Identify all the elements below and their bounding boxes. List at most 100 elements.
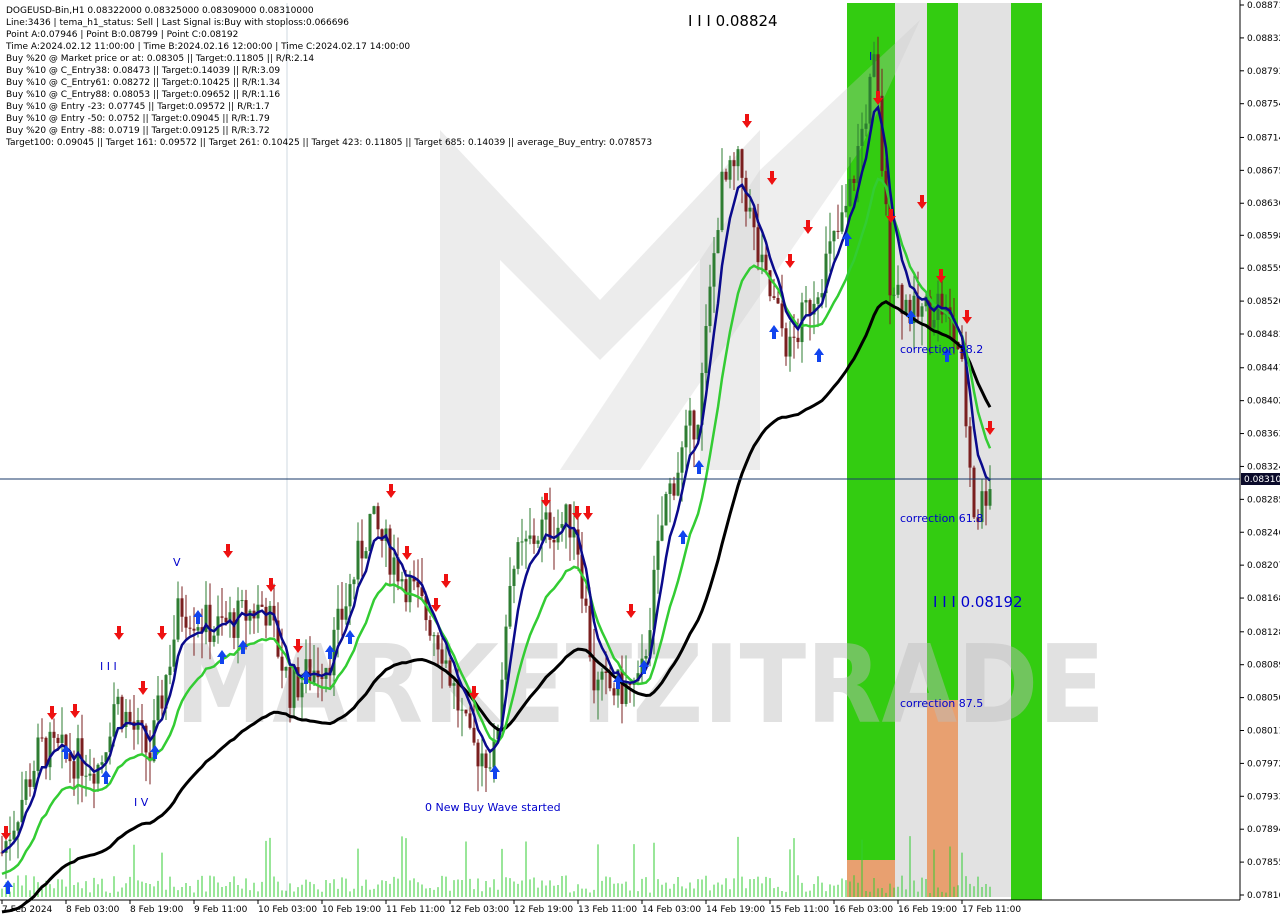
candle-body	[112, 704, 116, 737]
candle-body	[128, 711, 132, 722]
candle-body	[244, 600, 248, 621]
info-line: Buy %10 @ C_Entry38: 0.08473 || Target:0…	[6, 66, 280, 76]
candle-body	[764, 254, 768, 271]
candle-body	[208, 604, 212, 642]
candle-body	[620, 669, 624, 704]
candle-body	[184, 616, 188, 628]
candle-body	[516, 542, 520, 569]
candle-body	[508, 586, 512, 627]
candle-body	[364, 551, 368, 559]
candle-body	[372, 506, 376, 514]
candle-body	[704, 326, 708, 373]
candle-body	[756, 227, 760, 263]
candle-body	[32, 770, 36, 787]
candle-body	[268, 605, 272, 626]
price-tick-label: 0.08675	[1247, 166, 1280, 176]
candle-body	[456, 683, 460, 711]
candle-body	[692, 410, 696, 440]
candle-body	[780, 303, 784, 329]
info-line: Point A:0.07946 | Point B:0.08799 | Poin…	[6, 30, 238, 40]
time-tick-label: 12 Feb 19:00	[514, 905, 573, 915]
candle-body	[972, 467, 976, 518]
candle-body	[120, 696, 124, 728]
candle-body	[712, 253, 716, 287]
candle-body	[36, 737, 40, 771]
candle-body	[740, 149, 744, 178]
price-tick-label: 0.08793	[1247, 67, 1280, 77]
candle-body	[480, 753, 484, 767]
time-tick-label: 14 Feb 03:00	[642, 905, 701, 915]
info-line: Buy %10 @ Entry -23: 0.07745 || Target:0…	[6, 102, 270, 112]
candle-body	[784, 328, 788, 357]
candle-body	[868, 76, 872, 124]
price-tick-label: 0.08246	[1247, 528, 1280, 538]
candle-body	[772, 296, 776, 298]
candle-body	[564, 504, 568, 525]
candle-body	[808, 300, 812, 315]
candle-body	[504, 626, 508, 680]
candle-body	[472, 727, 476, 743]
candle-body	[172, 639, 176, 667]
price-tick-label: 0.07972	[1247, 759, 1280, 769]
candle-body	[600, 671, 604, 680]
candle-body	[860, 128, 864, 147]
candle-body	[180, 598, 184, 617]
candle-body	[856, 146, 860, 183]
candle-body	[748, 207, 752, 212]
candle-body	[676, 472, 680, 496]
candle-body	[168, 666, 172, 676]
candle-body	[524, 538, 528, 542]
neutral-zone	[895, 3, 927, 897]
candle-body	[284, 666, 288, 671]
candle-body	[8, 839, 12, 842]
info-line: Line:3436 | tema_h1_status: Sell | Last …	[6, 18, 349, 28]
wave-iv-label: I V	[134, 796, 149, 809]
candle-body	[88, 773, 92, 776]
candle-body	[484, 753, 488, 768]
candle-body	[116, 696, 120, 705]
candle-body	[292, 667, 296, 708]
price-tick-label: 0.08324	[1247, 462, 1280, 472]
time-tick-label: 15 Feb 11:00	[770, 905, 829, 915]
price-tick-label: 0.07855	[1247, 858, 1280, 868]
price-tick-label: 0.08871	[1247, 1, 1280, 11]
correction-61-label: correction 61.8	[900, 512, 983, 525]
price-tick-label: 0.08050	[1247, 694, 1280, 704]
candle-body	[836, 230, 840, 232]
candle-body	[644, 656, 648, 659]
candle-body	[896, 284, 900, 295]
candle-body	[724, 171, 728, 180]
candle-body	[792, 336, 796, 338]
time-tick-label: 12 Feb 03:00	[450, 905, 509, 915]
price-tick-label: 0.08402	[1247, 397, 1280, 407]
candle-body	[612, 688, 616, 696]
candle-body	[512, 568, 516, 587]
candle-body	[732, 160, 736, 167]
candle-body	[192, 628, 196, 631]
candle-body	[460, 709, 464, 711]
price-tick-label: 0.08011	[1247, 726, 1280, 736]
candle-body	[728, 160, 732, 180]
candle-body	[720, 171, 724, 231]
candle-body	[688, 410, 692, 426]
candle-body	[536, 540, 540, 544]
new-wave-label: 0 New Buy Wave started	[425, 801, 561, 814]
candle-body	[300, 682, 304, 698]
candle-body	[340, 608, 344, 620]
candle-body	[280, 656, 284, 671]
candle-body	[156, 695, 160, 721]
candle-body	[844, 205, 848, 213]
candle-body	[848, 178, 852, 206]
candle-body	[796, 337, 800, 343]
candle-body	[736, 149, 740, 167]
candle-body	[240, 600, 244, 602]
candle-body	[188, 627, 192, 629]
candle-body	[160, 695, 164, 709]
candle-body	[348, 584, 352, 607]
candle-body	[392, 557, 396, 575]
candle-body	[96, 764, 100, 784]
candle-body	[892, 294, 896, 296]
candle-body	[680, 447, 684, 473]
candle-body	[388, 528, 392, 575]
candle-body	[540, 519, 544, 541]
